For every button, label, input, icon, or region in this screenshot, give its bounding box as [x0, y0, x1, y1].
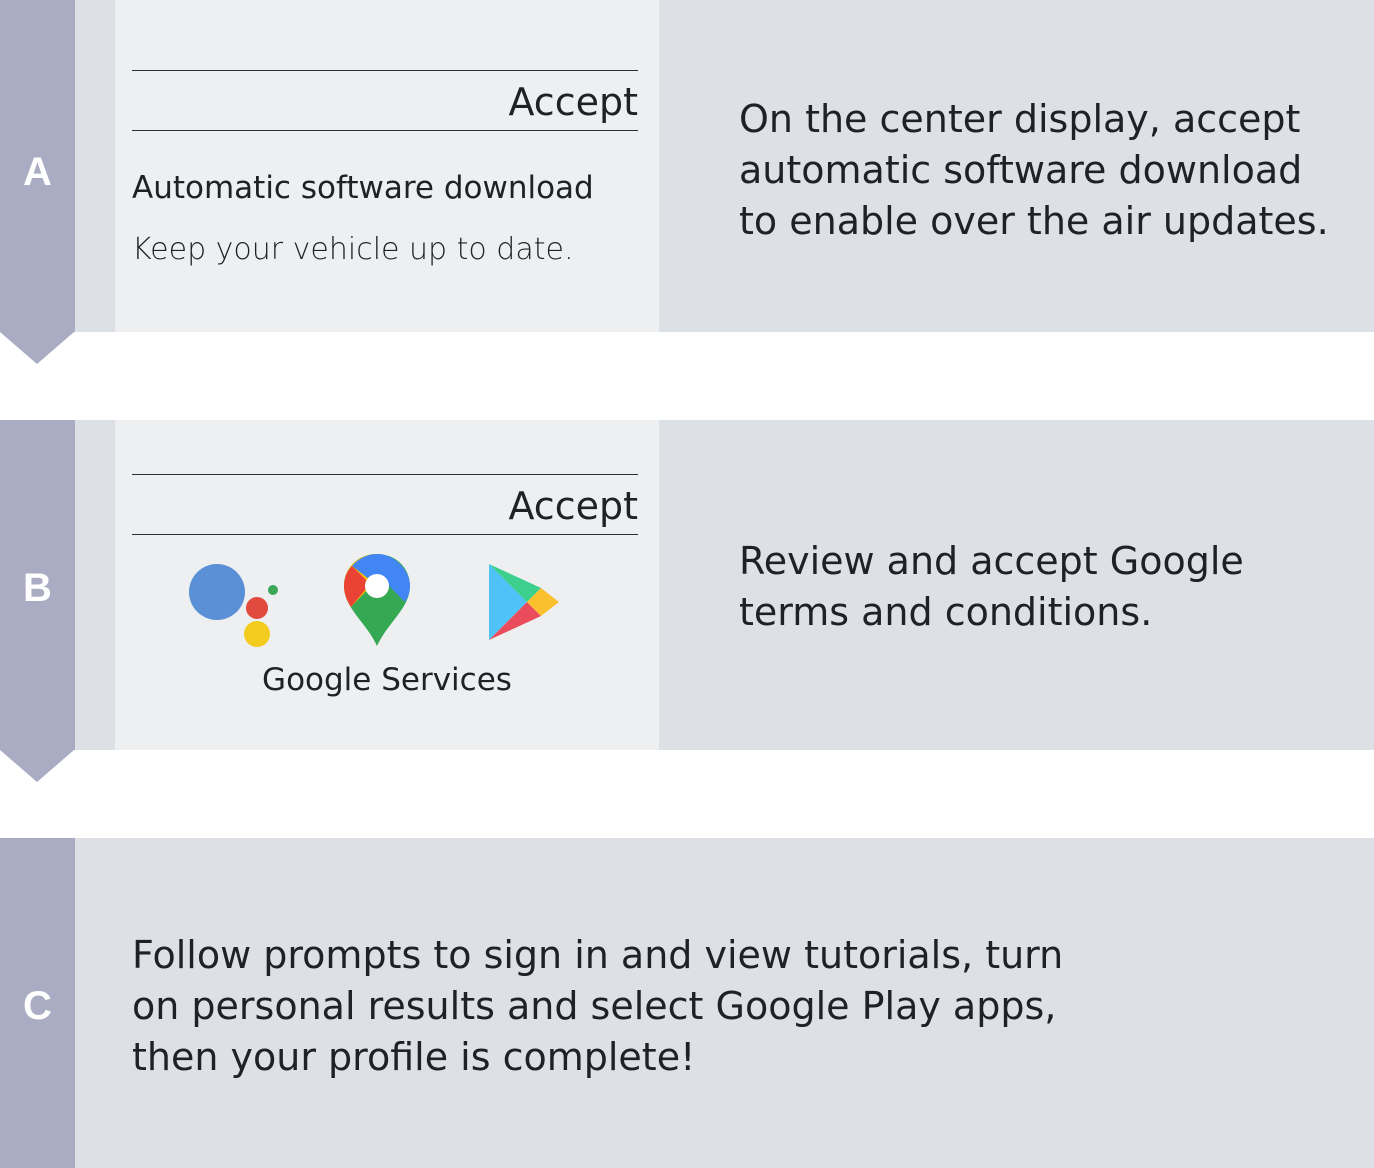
step-description: Follow prompts to sign in and view tutor… [132, 933, 1064, 1079]
google-assistant-icon [189, 564, 278, 647]
display-screen: Accept Automatic software download Keep … [115, 0, 659, 332]
step-description: Review and accept Google terms and condi… [739, 539, 1244, 634]
google-play-icon [489, 564, 559, 640]
description-panel: Review and accept Google terms and condi… [659, 420, 1374, 750]
down-arrow-icon [0, 750, 74, 782]
screen-title: Automatic software download [132, 170, 594, 206]
step-letter: A [23, 150, 52, 194]
display-screen: Accept Google Services [115, 420, 659, 750]
google-services-label: Google Services [262, 662, 512, 698]
step-letter: C [23, 984, 52, 1028]
step-letter: B [23, 566, 52, 610]
description-panel: On the center display, accept automatic … [659, 0, 1374, 332]
description-panel: Follow prompts to sign in and view tutor… [75, 838, 1374, 1168]
down-arrow-icon [0, 332, 74, 364]
divider [132, 70, 638, 71]
divider [132, 534, 638, 535]
side-bar [75, 420, 115, 750]
step-c: C Follow prompts to sign in and view tut… [0, 838, 1374, 1168]
google-icons-row [187, 552, 567, 648]
google-maps-icon [344, 554, 410, 646]
step-b: B Accept Google Services Review and acce… [0, 420, 1374, 782]
step-description: On the center display, accept automatic … [739, 97, 1329, 243]
divider [132, 130, 638, 131]
side-bar [75, 0, 115, 332]
accept-button[interactable]: Accept [508, 484, 638, 528]
screen-subtitle: Keep your vehicle up to date. [132, 232, 574, 267]
accept-button[interactable]: Accept [508, 80, 638, 124]
step-a: A Accept Automatic software download Kee… [0, 0, 1374, 364]
divider [132, 474, 638, 475]
